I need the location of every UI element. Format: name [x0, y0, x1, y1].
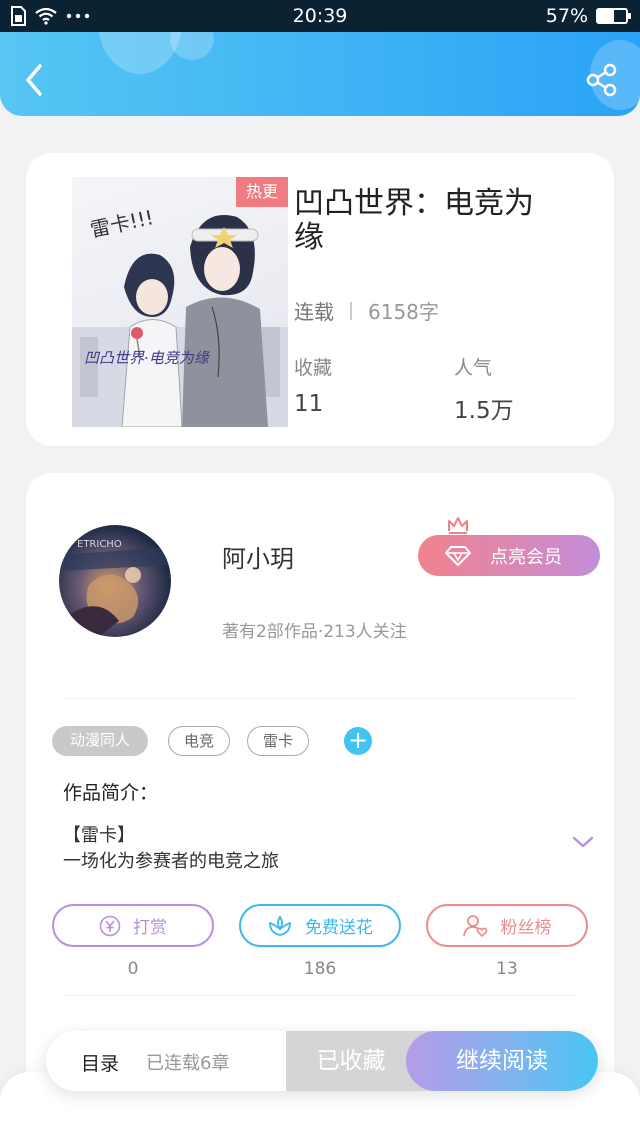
fan-ranking-label: 粉丝榜 [500, 918, 552, 938]
intro-heading: 作品简介： [63, 782, 159, 804]
chevron-left-icon [26, 64, 42, 96]
share-button[interactable] [584, 62, 620, 98]
tip-button[interactable]: 打赏 [52, 904, 214, 947]
separator [350, 301, 352, 320]
tag-esports[interactable]: 电竞 [168, 726, 230, 756]
yen-coin-icon [99, 915, 121, 936]
divider [64, 698, 576, 699]
crown-icon [448, 517, 468, 534]
book-info-card: 雷卡!!! 凹凸世界·电竞为缘 热更 凹凸世界：电竞为 缘 连载 6158字 收… [26, 153, 614, 446]
avatar-text: ETRICHO [77, 539, 122, 550]
send-flower-label: 免费送花 [305, 918, 373, 938]
status-bar: 20:39 57% [0, 0, 640, 32]
intro-line: 【雷卡】 [63, 825, 135, 846]
cover-subtitle-text: 凹凸世界·电竞为缘 [84, 349, 211, 367]
add-tag-button[interactable]: + [344, 727, 372, 755]
fan-ranking-button[interactable]: 粉丝榜 [426, 904, 588, 947]
popularity-label: 人气 [454, 357, 493, 379]
divider [64, 995, 576, 996]
diamond-icon [445, 546, 471, 566]
battery-icon [596, 8, 631, 24]
book-cover-image[interactable]: 雷卡!!! 凹凸世界·电竞为缘 热更 [72, 177, 288, 427]
share-icon [586, 63, 617, 97]
chapter-count: 已连载6章 [146, 1053, 230, 1074]
flower-count: 186 [303, 959, 337, 979]
popularity-value: 1.5万 [454, 398, 514, 424]
author-stats: 著有2部作品·213人关注 [222, 622, 407, 642]
book-title-line: 凹凸世界：电竞为 [294, 186, 534, 221]
chevron-down-icon[interactable] [571, 835, 595, 849]
serial-state: 连载 [294, 300, 334, 324]
cover-illustration: 雷卡!!! 凹凸世界·电竞为缘 [72, 205, 288, 427]
cover-title-text: 雷卡!!! [88, 205, 156, 242]
vip-membership-button[interactable]: 点亮会员 [418, 535, 600, 576]
avatar-artwork: ETRICHO [59, 539, 171, 637]
tag-leika[interactable]: 雷卡 [247, 726, 309, 756]
tip-button-label: 打赏 [133, 918, 167, 938]
favorites-value: 11 [294, 391, 324, 417]
vip-button-label: 点亮会员 [490, 546, 562, 568]
user-heart-icon [462, 914, 487, 937]
author-avatar[interactable]: ETRICHO [59, 525, 171, 637]
hot-update-badge: 热更 [236, 177, 288, 207]
collected-label: 已收藏 [316, 1048, 386, 1074]
intro-line: 一场化为参赛者的电竞之旅 [63, 851, 279, 872]
book-title-line: 缘 [294, 220, 324, 255]
serial-status: 连载 6158字 [294, 296, 439, 325]
fan-count: 13 [496, 959, 518, 979]
word-count: 6158字 [368, 300, 439, 324]
favorites-label: 收藏 [294, 357, 333, 379]
continue-reading-button[interactable]: 继续阅读 [406, 1031, 598, 1091]
bottom-action-bar: 目录 已连载6章 已收藏 继续阅读 [46, 1031, 598, 1091]
back-button[interactable] [20, 62, 50, 98]
send-flower-button[interactable]: 免费送花 [239, 904, 401, 947]
flower-icon [269, 914, 291, 936]
status-time: 20:39 [292, 5, 348, 27]
table-of-contents-button[interactable]: 目录 [81, 1049, 119, 1076]
tag-anime-fanfic[interactable]: 动漫同人 [52, 726, 148, 756]
tip-count: 0 [127, 959, 139, 979]
book-title: 凹凸世界：电竞为 缘 [294, 187, 584, 255]
battery-percent: 57% [545, 5, 588, 27]
author-name[interactable]: 阿小玥 [222, 539, 294, 574]
plus-icon: + [347, 726, 369, 754]
status-icons-right: 57% [545, 5, 631, 27]
battery-fill [598, 10, 614, 22]
